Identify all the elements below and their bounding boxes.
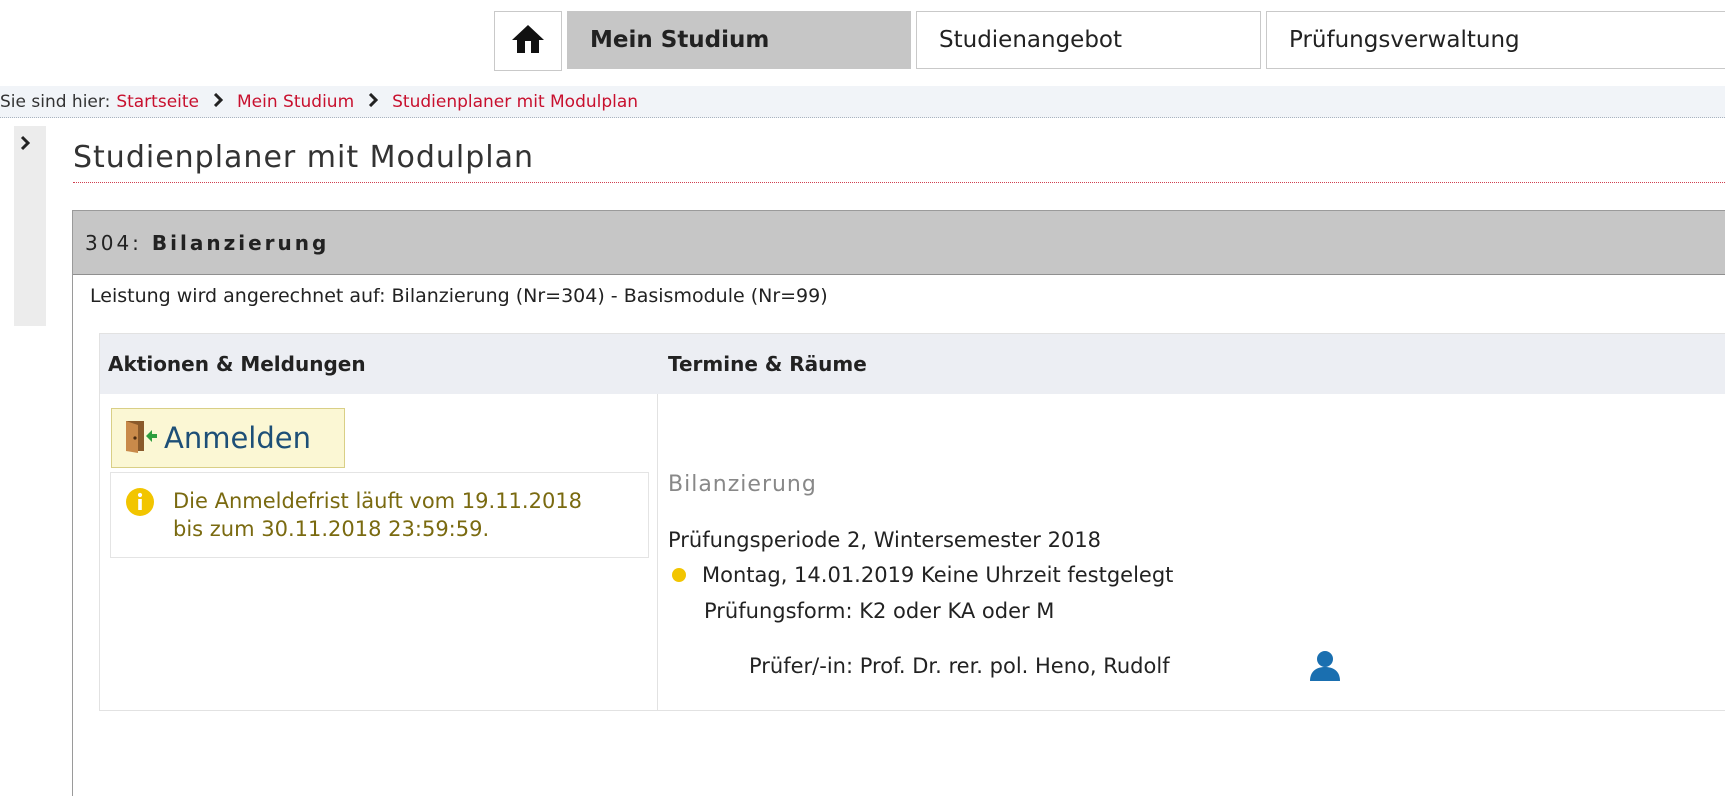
info-text-line1: Die Anmeldefrist läuft vom 19.11.2018 [173, 489, 583, 513]
exam-title: Bilanzierung [668, 472, 817, 497]
chevron-right-icon [15, 132, 35, 154]
title-divider [73, 182, 1725, 183]
module-number: 304: [85, 230, 142, 255]
breadcrumb-studienplaner[interactable]: Studienplaner mit Modulplan [392, 92, 638, 112]
tab-label: Mein Studium [590, 27, 770, 53]
info-icon [125, 487, 155, 557]
breadcrumb-mein-studium[interactable]: Mein Studium [237, 92, 354, 112]
chevron-right-icon [199, 92, 237, 111]
exam-period: Prüfungsperiode 2, Wintersemester 2018 [668, 528, 1102, 552]
tab-pruefungsverwaltung[interactable]: Prüfungsverwaltung [1266, 11, 1725, 69]
home-icon [510, 21, 546, 61]
tab-label: Studienangebot [939, 27, 1123, 53]
tab-studienangebot[interactable]: Studienangebot [916, 11, 1261, 69]
exam-form: Prüfungsform: K2 oder KA oder M [704, 599, 1055, 623]
breadcrumb-startseite[interactable]: Startseite [116, 92, 199, 112]
chevron-right-icon [354, 92, 392, 111]
exam-table-header: Aktionen & Meldungen Termine & Räume [100, 334, 1725, 394]
module-name: Bilanzierung [151, 230, 330, 255]
column-header-actions: Aktionen & Meldungen [108, 352, 366, 376]
page-title: Studienplaner mit Modulplan [73, 140, 535, 175]
breadcrumb-prefix: Sie sind hier: [0, 91, 111, 112]
breadcrumb: Sie sind hier: Startseite Mein Studium S… [0, 86, 1725, 118]
registration-info-message: Die Anmeldefrist läuft vom 19.11.2018 bi… [110, 472, 649, 558]
credit-line: Leistung wird angerechnet auf: Bilanzier… [90, 285, 828, 307]
module-header: 304: Bilanzierung [73, 211, 1725, 275]
door-enter-icon [122, 418, 158, 458]
tab-label: Prüfungsverwaltung [1289, 27, 1520, 53]
examiner: Prüfer/-in: Prof. Dr. rer. pol. Heno, Ru… [749, 654, 1170, 678]
module-panel: 304: Bilanzierung Leistung wird angerech… [72, 210, 1725, 796]
exam-date-row: Montag, 14.01.2019 Keine Uhrzeit festgel… [672, 563, 1173, 587]
tab-mein-studium[interactable]: Mein Studium [567, 11, 911, 69]
exam-table: Aktionen & Meldungen Termine & Räume Anm… [99, 333, 1725, 711]
info-text-line2: bis zum 30.11.2018 23:59:59. [173, 517, 490, 541]
home-button[interactable] [494, 11, 562, 71]
register-button-label: Anmelden [164, 421, 311, 455]
exam-date: Montag, 14.01.2019 Keine Uhrzeit festgel… [702, 563, 1174, 587]
person-icon[interactable] [1307, 648, 1343, 684]
column-divider [657, 394, 658, 710]
column-header-dates: Termine & Räume [668, 352, 867, 376]
sidebar-toggle[interactable] [14, 126, 46, 326]
status-dot-icon [672, 568, 686, 582]
register-button[interactable]: Anmelden [111, 408, 345, 468]
